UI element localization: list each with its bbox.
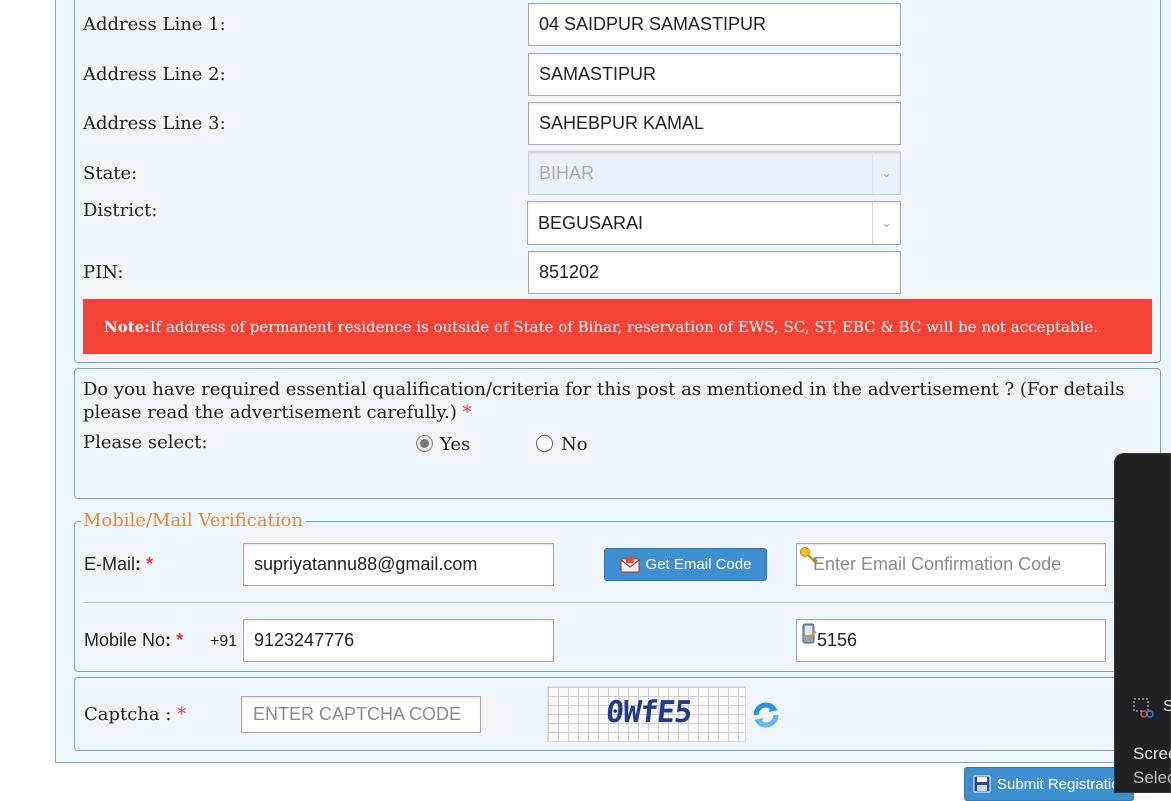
district-label: District: — [83, 200, 158, 221]
state-label: State: — [83, 163, 138, 184]
get-email-code-button[interactable]: Get Email Code — [604, 548, 767, 581]
qualification-yes-label[interactable]: Yes — [440, 434, 470, 455]
address-line3-label: Address Line 3: — [83, 113, 226, 134]
captcha-image: 0WfE5 — [547, 686, 746, 742]
chevron-down-icon: ⌄ — [872, 152, 900, 194]
address-line3-value: SAHEBPUR KAMAL — [539, 113, 705, 133]
address-line1-input[interactable]: 04 SAIDPUR SAMASTIPUR — [528, 3, 901, 46]
refresh-captcha-icon[interactable] — [750, 699, 782, 731]
qualification-yes-radio[interactable] — [416, 435, 433, 452]
mobile-label: Mobile No: * — [84, 630, 183, 651]
save-icon — [973, 775, 991, 793]
mobile-confirmation-code-value: 5156 — [817, 630, 858, 650]
address-line2-value: SAMASTIPUR — [539, 64, 657, 84]
email-label-colon: : — [135, 554, 142, 574]
envelope-icon — [620, 556, 640, 572]
residence-note: Note: If address of permanent residence … — [83, 299, 1152, 354]
address-line3-input[interactable]: SAHEBPUR KAMAL — [528, 102, 901, 145]
email-label: E-Mail: * — [84, 554, 153, 575]
submit-registration-button[interactable]: Submit Registration — [964, 767, 1134, 801]
verification-legend: Mobile/Mail Verification — [81, 510, 306, 531]
qualification-question: Do you have required essential qualifica… — [83, 378, 1143, 424]
address-line1-value: 04 SAIDPUR SAMASTIPUR — [539, 14, 767, 34]
country-code: +91 — [210, 633, 238, 650]
snipping-popup-overlay: S Scree Selec — [1114, 453, 1171, 793]
captcha-label: Captcha : * — [84, 704, 186, 725]
address-line2-input[interactable]: SAMASTIPUR — [528, 53, 901, 96]
snip-select-text: Selec — [1133, 768, 1171, 787]
required-mark: * — [462, 402, 472, 423]
qualification-question-text: Do you have required essential qualifica… — [83, 379, 1125, 423]
radio-selected-dot — [420, 439, 429, 448]
qualification-no-radio[interactable] — [536, 435, 553, 452]
state-value: BIHAR — [539, 162, 595, 183]
snip-tool-icon — [1132, 697, 1154, 723]
captcha-placeholder: ENTER CAPTCHA CODE — [253, 704, 462, 724]
mobile-required-mark: * — [176, 630, 184, 650]
email-required-mark: * — [146, 554, 154, 574]
mobile-confirmation-code-input[interactable]: 5156 — [796, 619, 1106, 662]
email-label-text: E-Mail — [84, 554, 136, 574]
captcha-label-text: Captcha : — [84, 704, 172, 725]
phone-icon — [801, 623, 817, 650]
email-confirmation-code-input[interactable]: Enter Email Confirmation Code — [796, 543, 1106, 586]
qualification-no-label[interactable]: No — [561, 434, 588, 455]
please-select-label: Please select: — [83, 432, 208, 453]
pin-value: 851202 — [539, 262, 600, 282]
mobile-label-text: Mobile No — [84, 630, 166, 650]
email-confirmation-code-placeholder: Enter Email Confirmation Code — [813, 554, 1062, 574]
email-value: supriyatannu88@gmail.com — [254, 554, 478, 574]
state-select[interactable]: BIHAR ⌄ — [528, 151, 901, 195]
note-text: If address of permanent residence is out… — [149, 317, 1099, 336]
snip-title-text: S — [1163, 698, 1171, 715]
chevron-down-icon: ⌄ — [872, 202, 900, 244]
captcha-required-mark: * — [177, 704, 187, 725]
pin-input[interactable]: 851202 — [528, 251, 901, 294]
captcha-input[interactable]: ENTER CAPTCHA CODE — [241, 696, 481, 733]
get-email-code-label: Get Email Code — [645, 556, 752, 573]
address-line1-label: Address Line 1: — [83, 14, 226, 35]
address-line2-label: Address Line 2: — [83, 64, 226, 85]
mobile-value: 9123247776 — [254, 630, 355, 650]
verification-divider — [83, 602, 1113, 603]
snip-screen-text: Scree — [1133, 744, 1171, 763]
mobile-input[interactable]: 9123247776 — [243, 619, 554, 662]
district-value: BEGUSARAI — [538, 212, 644, 233]
mobile-label-colon: : — [165, 630, 172, 650]
captcha-image-text: 0WfE5 — [604, 695, 694, 730]
email-input[interactable]: supriyatannu88@gmail.com — [243, 543, 554, 586]
key-icon — [799, 546, 819, 571]
submit-registration-label: Submit Registration — [997, 775, 1128, 793]
district-select[interactable]: BEGUSARAI ⌄ — [527, 201, 901, 245]
pin-label: PIN: — [83, 262, 124, 283]
note-prefix: Note: — [104, 317, 150, 336]
